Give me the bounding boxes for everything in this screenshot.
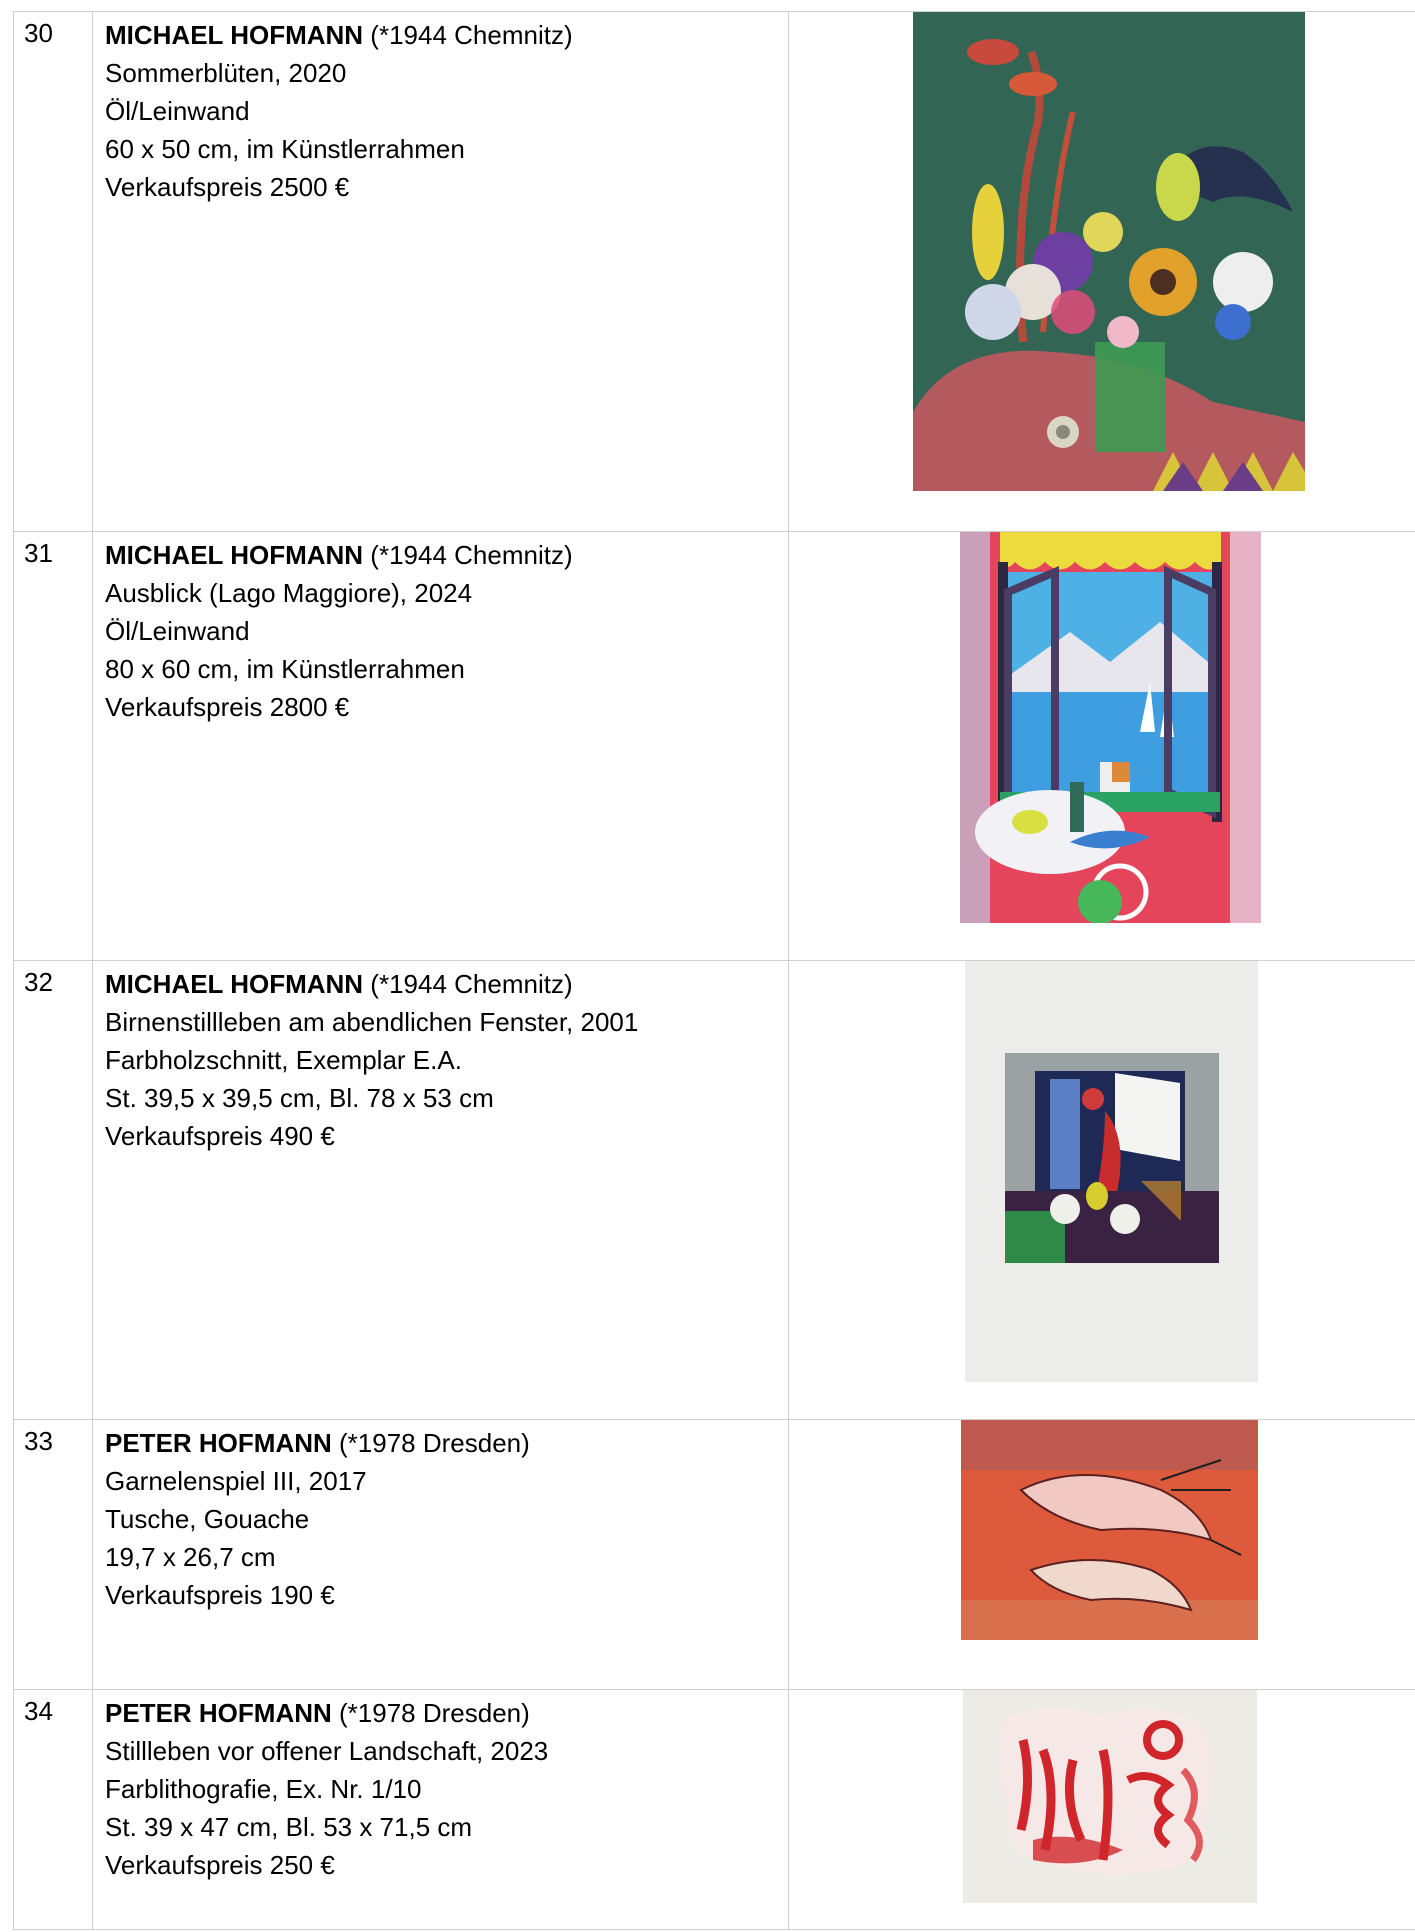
artist-life: (*1944 Chemnitz) bbox=[370, 20, 573, 50]
artwork-title: Birnenstillleben am abendlichen Fenster,… bbox=[105, 1007, 639, 1037]
table-row: 31 MICHAEL HOFMANN (*1944 Chemnitz) Ausb… bbox=[13, 531, 1415, 961]
table-row: 32 MICHAEL HOFMANN (*1944 Chemnitz) Birn… bbox=[13, 960, 1415, 1420]
table-row: 34 PETER HOFMANN (*1978 Dresden) Stillle… bbox=[13, 1689, 1415, 1930]
artwork-image bbox=[961, 1420, 1258, 1640]
artwork-technique: Farblithografie, Ex. Nr. 1/10 bbox=[105, 1774, 422, 1804]
artist-life: (*1978 Dresden) bbox=[339, 1698, 530, 1728]
lot-number: 31 bbox=[13, 531, 93, 961]
table-row: 30 MICHAEL HOFMANN (*1944 Chemnitz) Somm… bbox=[13, 11, 1415, 532]
artwork-size: 60 x 50 cm, im Künstlerrahmen bbox=[105, 134, 465, 164]
artist-life: (*1944 Chemnitz) bbox=[370, 540, 573, 570]
artwork-technique: Öl/Leinwand bbox=[105, 616, 250, 646]
artist-life: (*1978 Dresden) bbox=[339, 1428, 530, 1458]
artwork-title: Stillleben vor offener Landschaft, 2023 bbox=[105, 1736, 549, 1766]
artist-name: MICHAEL HOFMANN bbox=[105, 20, 364, 50]
artwork-info: PETER HOFMANN (*1978 Dresden) Garnelensp… bbox=[92, 1419, 789, 1690]
artwork-price: Verkaufspreis 2500 € bbox=[105, 172, 350, 202]
lot-number: 32 bbox=[13, 960, 93, 1420]
artist-name: PETER HOFMANN bbox=[105, 1698, 332, 1728]
artwork-size: St. 39,5 x 39,5 cm, Bl. 78 x 53 cm bbox=[105, 1083, 494, 1113]
artwork-image bbox=[965, 961, 1258, 1382]
artwork-image bbox=[960, 532, 1261, 923]
lot-number: 34 bbox=[13, 1689, 93, 1930]
artist-name: MICHAEL HOFMANN bbox=[105, 969, 364, 999]
artwork-image bbox=[963, 1690, 1257, 1903]
artwork-technique: Farbholzschnitt, Exemplar E.A. bbox=[105, 1045, 462, 1075]
lot-number: 30 bbox=[13, 11, 93, 532]
artwork-size: St. 39 x 47 cm, Bl. 53 x 71,5 cm bbox=[105, 1812, 473, 1842]
artwork-info: MICHAEL HOFMANN (*1944 Chemnitz) Sommerb… bbox=[92, 11, 789, 532]
artwork-title: Garnelenspiel III, 2017 bbox=[105, 1466, 367, 1496]
artist-name: MICHAEL HOFMANN bbox=[105, 540, 364, 570]
artwork-title: Sommerblüten, 2020 bbox=[105, 58, 347, 88]
artwork-price: Verkaufspreis 490 € bbox=[105, 1121, 335, 1151]
artwork-size: 80 x 60 cm, im Künstlerrahmen bbox=[105, 654, 465, 684]
table-row: 33 PETER HOFMANN (*1978 Dresden) Garnele… bbox=[13, 1419, 1415, 1690]
artwork-technique: Öl/Leinwand bbox=[105, 96, 250, 126]
artist-name: PETER HOFMANN bbox=[105, 1428, 332, 1458]
artwork-info: MICHAEL HOFMANN (*1944 Chemnitz) Ausblic… bbox=[92, 531, 789, 961]
artwork-technique: Tusche, Gouache bbox=[105, 1504, 310, 1534]
artwork-price: Verkaufspreis 2800 € bbox=[105, 692, 350, 722]
artwork-info: MICHAEL HOFMANN (*1944 Chemnitz) Birnens… bbox=[92, 960, 789, 1420]
artist-life: (*1944 Chemnitz) bbox=[370, 969, 573, 999]
artwork-price: Verkaufspreis 190 € bbox=[105, 1580, 335, 1610]
artwork-info: PETER HOFMANN (*1978 Dresden) Stillleben… bbox=[92, 1689, 789, 1930]
artwork-catalog-table: 30 MICHAEL HOFMANN (*1944 Chemnitz) Somm… bbox=[13, 11, 1415, 1930]
artwork-size: 19,7 x 26,7 cm bbox=[105, 1542, 276, 1572]
artwork-price: Verkaufspreis 250 € bbox=[105, 1850, 335, 1880]
artwork-image bbox=[913, 12, 1305, 491]
artwork-title: Ausblick (Lago Maggiore), 2024 bbox=[105, 578, 473, 608]
lot-number: 33 bbox=[13, 1419, 93, 1690]
